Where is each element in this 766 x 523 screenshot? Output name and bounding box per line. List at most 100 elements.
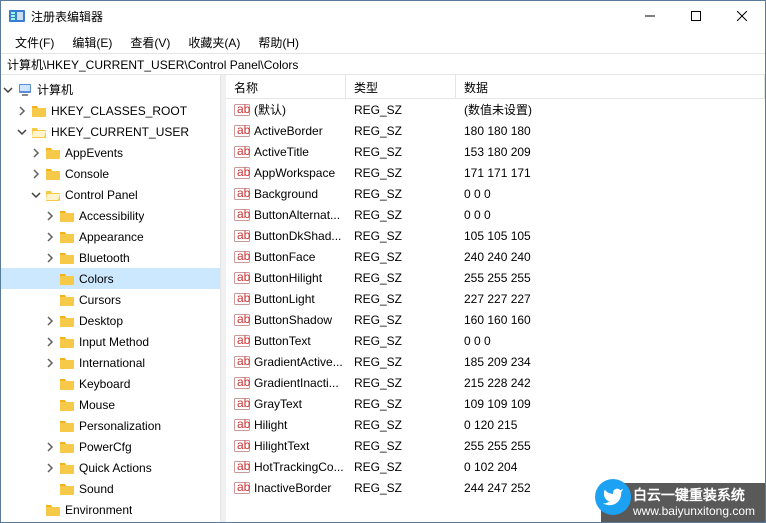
value-name: ButtonAlternat... bbox=[254, 208, 340, 222]
value-row[interactable]: abGrayTextREG_SZ109 109 109 bbox=[226, 393, 765, 414]
tree-key[interactable]: Cursors bbox=[1, 289, 220, 310]
expand-toggle[interactable] bbox=[43, 440, 57, 454]
titlebar[interactable]: 注册表编辑器 bbox=[1, 1, 765, 31]
value-row[interactable]: abActiveTitleREG_SZ153 180 209 bbox=[226, 141, 765, 162]
value-row[interactable]: abButtonShadowREG_SZ160 160 160 bbox=[226, 309, 765, 330]
value-name: ButtonFace bbox=[254, 250, 315, 264]
value-row[interactable]: abButtonHilightREG_SZ255 255 255 bbox=[226, 267, 765, 288]
tree-key[interactable]: Personalization bbox=[1, 415, 220, 436]
value-row[interactable]: abButtonAlternat...REG_SZ0 0 0 bbox=[226, 204, 765, 225]
collapse-toggle[interactable] bbox=[29, 188, 43, 202]
tree-key[interactable]: Colors bbox=[1, 268, 220, 289]
value-row[interactable]: abHilightTextREG_SZ255 255 255 bbox=[226, 435, 765, 456]
value-row[interactable]: abGradientActive...REG_SZ185 209 234 bbox=[226, 351, 765, 372]
value-name: ButtonLight bbox=[254, 292, 315, 306]
expand-toggle[interactable] bbox=[29, 146, 43, 160]
close-button[interactable] bbox=[719, 1, 765, 31]
folder-icon bbox=[59, 334, 75, 350]
svg-text:ab: ab bbox=[237, 291, 250, 305]
tree-label: Environment bbox=[65, 503, 132, 517]
expand-toggle[interactable] bbox=[43, 356, 57, 370]
expand-toggle[interactable] bbox=[43, 230, 57, 244]
value-row[interactable]: abBackgroundREG_SZ0 0 0 bbox=[226, 183, 765, 204]
collapse-toggle[interactable] bbox=[1, 83, 15, 97]
value-row[interactable]: abButtonTextREG_SZ0 0 0 bbox=[226, 330, 765, 351]
menu-file[interactable]: 文件(F) bbox=[7, 32, 62, 53]
folder-icon bbox=[31, 124, 47, 140]
tree-hive[interactable]: HKEY_CLASSES_ROOT bbox=[1, 100, 220, 121]
folder-icon bbox=[45, 187, 61, 203]
tree-key[interactable]: Bluetooth bbox=[1, 247, 220, 268]
value-row[interactable]: abHotTrackingCo...REG_SZ0 102 204 bbox=[226, 456, 765, 477]
col-name[interactable]: 名称 bbox=[226, 75, 346, 98]
tree-key[interactable]: International bbox=[1, 352, 220, 373]
value-row[interactable]: abButtonFaceREG_SZ240 240 240 bbox=[226, 246, 765, 267]
value-type: REG_SZ bbox=[346, 271, 456, 285]
tree-label: HKEY_CURRENT_USER bbox=[51, 125, 189, 139]
tree-key[interactable]: Input Method bbox=[1, 331, 220, 352]
value-type: REG_SZ bbox=[346, 481, 456, 495]
value-type: REG_SZ bbox=[346, 460, 456, 474]
value-name: ActiveTitle bbox=[254, 145, 309, 159]
app-icon bbox=[9, 8, 25, 24]
collapse-toggle[interactable] bbox=[15, 125, 29, 139]
expand-toggle[interactable] bbox=[15, 104, 29, 118]
value-name: ButtonDkShad... bbox=[254, 229, 341, 243]
string-value-icon: ab bbox=[234, 207, 250, 223]
content-area: 计算机HKEY_CLASSES_ROOT HKEY_CURRENT_USER App… bbox=[1, 75, 765, 522]
string-value-icon: ab bbox=[234, 417, 250, 433]
list-body[interactable]: ab(默认)REG_SZ(数值未设置)abActiveBorderREG_SZ1… bbox=[226, 99, 765, 522]
maximize-button[interactable] bbox=[673, 1, 719, 31]
value-name: GrayText bbox=[254, 397, 302, 411]
tree-key[interactable]: Accessibility bbox=[1, 205, 220, 226]
value-row[interactable]: abGradientInacti...REG_SZ215 228 242 bbox=[226, 372, 765, 393]
minimize-button[interactable] bbox=[627, 1, 673, 31]
expand-toggle[interactable] bbox=[43, 251, 57, 265]
folder-icon bbox=[59, 229, 75, 245]
tree-key[interactable]: Desktop bbox=[1, 310, 220, 331]
tree-key[interactable]: Sound bbox=[1, 478, 220, 499]
expand-toggle[interactable] bbox=[43, 209, 57, 223]
expand-toggle[interactable] bbox=[29, 167, 43, 181]
folder-icon bbox=[59, 439, 75, 455]
folder-icon bbox=[59, 481, 75, 497]
col-type[interactable]: 类型 bbox=[346, 75, 456, 98]
tree-key[interactable]: Appearance bbox=[1, 226, 220, 247]
menu-favorites[interactable]: 收藏夹(A) bbox=[180, 32, 248, 53]
svg-text:ab: ab bbox=[237, 396, 250, 410]
menu-edit[interactable]: 编辑(E) bbox=[64, 32, 120, 53]
tree-key[interactable]: AppEvents bbox=[1, 142, 220, 163]
value-row[interactable]: abAppWorkspaceREG_SZ171 171 171 bbox=[226, 162, 765, 183]
col-data[interactable]: 数据 bbox=[456, 75, 765, 98]
tree-key[interactable]: Environment bbox=[1, 499, 220, 520]
value-row[interactable]: abActiveBorderREG_SZ180 180 180 bbox=[226, 120, 765, 141]
value-data: 240 240 240 bbox=[456, 250, 765, 264]
value-data: 255 255 255 bbox=[456, 439, 765, 453]
svg-text:ab: ab bbox=[237, 228, 250, 242]
tree-key[interactable]: Console bbox=[1, 163, 220, 184]
tree-root[interactable]: 计算机 bbox=[1, 79, 220, 100]
expand-toggle[interactable] bbox=[43, 335, 57, 349]
string-value-icon: ab bbox=[234, 270, 250, 286]
addressbar[interactable]: 计算机\HKEY_CURRENT_USER\Control Panel\Colo… bbox=[1, 53, 765, 75]
value-row[interactable]: abButtonDkShad...REG_SZ105 105 105 bbox=[226, 225, 765, 246]
svg-text:ab: ab bbox=[237, 270, 250, 284]
tree-label: International bbox=[79, 356, 145, 370]
expand-toggle[interactable] bbox=[43, 314, 57, 328]
value-row[interactable]: ab(默认)REG_SZ(数值未设置) bbox=[226, 99, 765, 120]
string-value-icon: ab bbox=[234, 438, 250, 454]
tree-key[interactable]: Mouse bbox=[1, 394, 220, 415]
tree-pane[interactable]: 计算机HKEY_CLASSES_ROOT HKEY_CURRENT_USER App… bbox=[1, 75, 221, 522]
tree-key[interactable]: Keyboard bbox=[1, 373, 220, 394]
menu-help[interactable]: 帮助(H) bbox=[250, 32, 307, 53]
value-row[interactable]: abButtonLightREG_SZ227 227 227 bbox=[226, 288, 765, 309]
tree-key[interactable]: PowerCfg bbox=[1, 436, 220, 457]
tree-key[interactable]: Quick Actions bbox=[1, 457, 220, 478]
expand-toggle[interactable] bbox=[43, 461, 57, 475]
menu-view[interactable]: 查看(V) bbox=[122, 32, 178, 53]
tree-key[interactable]: Control Panel bbox=[1, 184, 220, 205]
tree-label: Colors bbox=[79, 272, 114, 286]
string-value-icon: ab bbox=[234, 102, 250, 118]
tree-hive[interactable]: HKEY_CURRENT_USER bbox=[1, 121, 220, 142]
value-row[interactable]: abHilightREG_SZ0 120 215 bbox=[226, 414, 765, 435]
